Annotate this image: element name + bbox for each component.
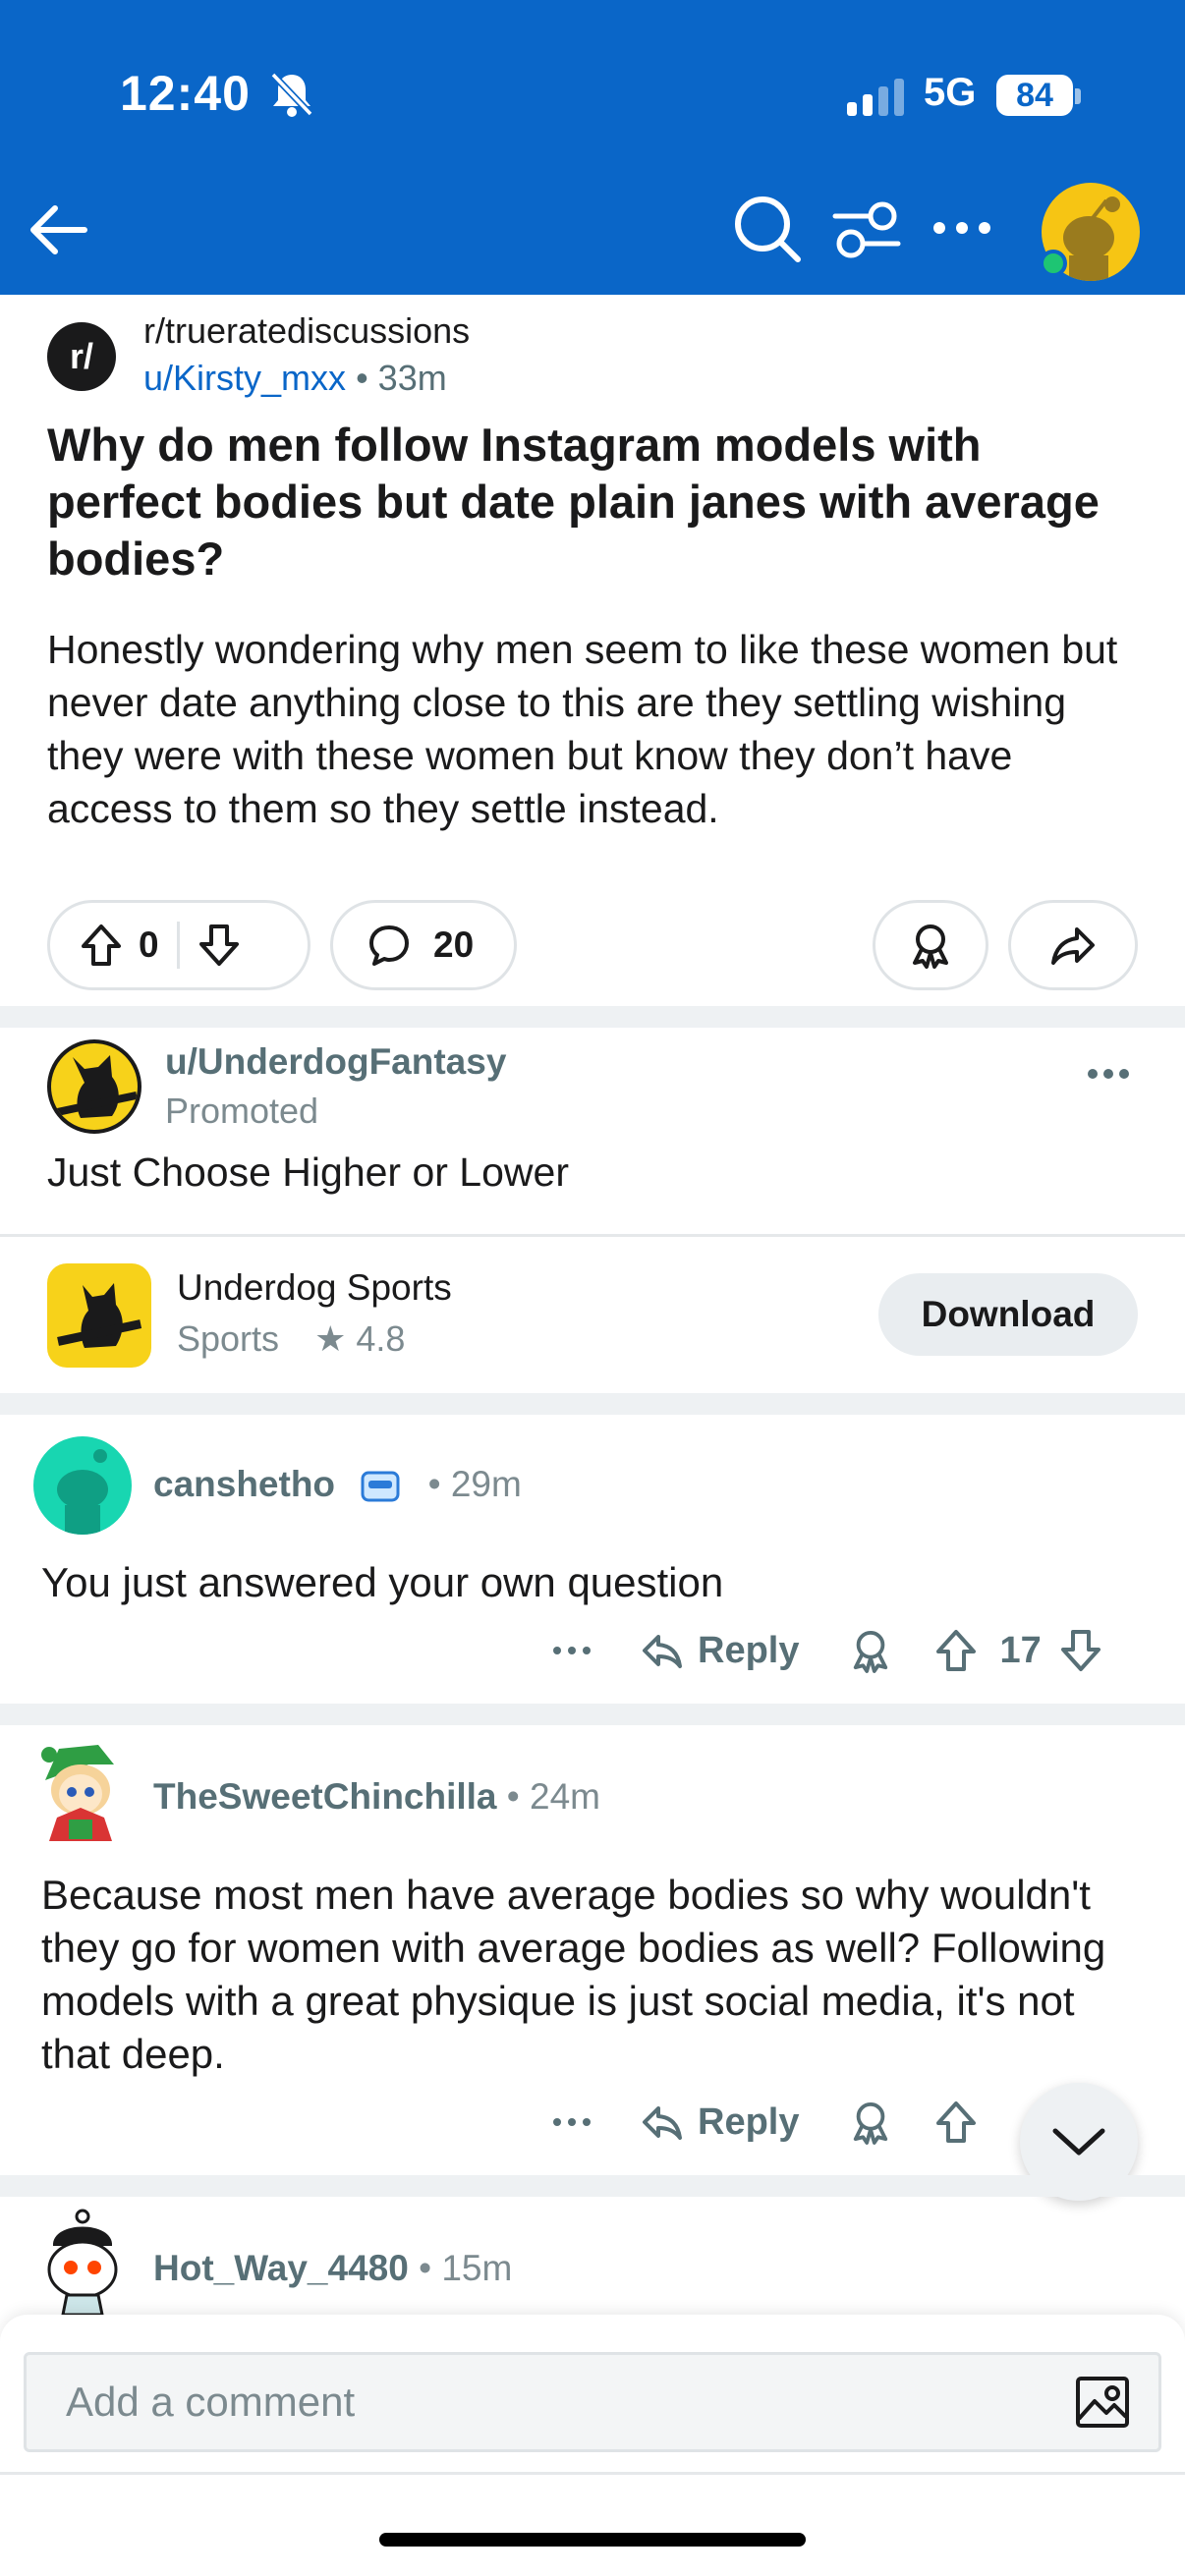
subreddit-logo[interactable]: r/ (47, 322, 116, 391)
comment-icon (369, 925, 409, 966)
comment-avatar[interactable] (33, 1436, 132, 1535)
downvote-icon[interactable] (198, 923, 241, 968)
comment-body: Because most men have average bodies so … (41, 1872, 1106, 2077)
search-icon[interactable] (731, 193, 804, 265)
post-time: 33m (377, 358, 447, 398)
post-title: Why do men follow Instagram models with … (47, 419, 1100, 585)
award-icon[interactable] (850, 2100, 891, 2145)
promoted-label: Promoted (165, 1091, 319, 1131)
comment-time-prefix: • (427, 1464, 451, 1504)
award-icon (913, 924, 948, 969)
section-separator (0, 1704, 1185, 1725)
section-separator (0, 1393, 1185, 1415)
comment-actions: Reply (552, 2093, 978, 2152)
signal-icon (847, 77, 904, 116)
comments-button[interactable]: 20 (330, 900, 517, 990)
ad-divider (0, 1234, 1185, 1237)
image-icon[interactable] (1075, 2376, 1130, 2429)
app-icon[interactable] (47, 1263, 151, 1368)
ad-headline[interactable]: Just Choose Higher or Lower (47, 1149, 569, 1196)
post-score: 0 (139, 924, 159, 965)
more-icon[interactable] (931, 218, 992, 238)
ad-username[interactable]: u/UnderdogFantasy (165, 1041, 506, 1083)
home-indicator (379, 2533, 806, 2547)
share-button[interactable] (1008, 900, 1138, 990)
vote-pill: 0 (47, 900, 310, 990)
reply-icon (643, 1635, 682, 1668)
chevron-down-icon (1052, 2128, 1105, 2156)
award-icon[interactable] (850, 1628, 891, 1673)
app-rating: ★ 4.8 (314, 1318, 406, 1359)
reply-button[interactable]: Reply (641, 1630, 799, 1672)
comment-time: 15m (441, 2248, 513, 2288)
comment-avatar[interactable] (29, 1735, 132, 1843)
comment-username[interactable]: canshetho • 29m (153, 1464, 522, 1506)
vote-divider (176, 922, 180, 969)
battery-tip (1075, 88, 1081, 104)
section-separator (0, 2175, 1185, 2197)
comment-time: 29m (450, 1464, 522, 1504)
comment-author[interactable]: TheSweetChinchilla (153, 1776, 497, 1817)
status-time: 12:40 (120, 66, 251, 121)
ad-more-icon[interactable] (1087, 1067, 1130, 1081)
subreddit-name[interactable]: r/trueratediscussions (143, 310, 470, 352)
downvote-icon[interactable] (1059, 1628, 1102, 1673)
back-arrow-icon[interactable] (24, 195, 94, 265)
award-button[interactable] (873, 900, 988, 990)
more-icon[interactable] (552, 2116, 592, 2128)
app-category: Sports (177, 1318, 280, 1359)
dog-logo-icon (51, 1055, 138, 1118)
comment-time-prefix: • (506, 1776, 531, 1817)
comment-score: 17 (999, 1629, 1042, 1671)
upvote-icon[interactable] (80, 923, 123, 968)
post-meta: u/Kirsty_mxx • 33m (143, 358, 447, 399)
comment-count: 20 (433, 924, 475, 965)
comment-avatar[interactable] (33, 2207, 132, 2315)
comment-author[interactable]: Hot_Way_4480 (153, 2248, 409, 2288)
meta-dot: • (356, 358, 378, 398)
add-comment-input[interactable]: Add a comment (24, 2352, 1161, 2452)
composer-divider (0, 2472, 1185, 2475)
share-icon (1051, 927, 1095, 965)
app-name: Underdog Sports (177, 1267, 452, 1308)
bell-slash-icon (270, 72, 313, 117)
dog-logo-icon (57, 1283, 142, 1348)
comment-username[interactable]: TheSweetChinchilla • 24m (153, 1776, 600, 1818)
post-body: Honestly wondering why men seem to like … (47, 627, 1118, 831)
more-icon[interactable] (552, 1645, 592, 1656)
network-label: 5G (924, 71, 977, 114)
user-flair-icon (361, 1471, 400, 1502)
snoo-avatar-icon (47, 2209, 118, 2315)
battery-indicator: 84 (996, 75, 1073, 116)
download-button[interactable]: Download (878, 1273, 1138, 1356)
comment-author[interactable]: canshetho (153, 1464, 335, 1504)
reply-label: Reply (698, 2100, 800, 2143)
comment-time-prefix: • (419, 2248, 442, 2288)
online-indicator (1040, 250, 1067, 277)
reply-icon (643, 2106, 682, 2140)
comment-time: 24m (530, 1776, 601, 1817)
comment-username[interactable]: Hot_Way_4480 • 15m (153, 2248, 512, 2289)
section-separator (0, 1006, 1185, 1028)
comment-body: You just answered your own question (41, 1559, 724, 1605)
top-bar (0, 0, 1185, 295)
app-meta: Sports ★ 4.8 (177, 1318, 405, 1360)
upvote-icon[interactable] (934, 2100, 978, 2145)
snoo-avatar-icon (57, 1449, 108, 1535)
filter-icon[interactable] (831, 196, 902, 263)
comment-actions: Reply 17 (552, 1621, 1102, 1680)
post-author[interactable]: u/Kirsty_mxx (143, 358, 346, 398)
reply-label: Reply (698, 1629, 800, 1671)
reply-button[interactable]: Reply (641, 2101, 799, 2144)
upvote-icon[interactable] (934, 1628, 978, 1673)
ad-avatar[interactable] (47, 1039, 141, 1134)
elf-avatar-icon (41, 1745, 114, 1841)
